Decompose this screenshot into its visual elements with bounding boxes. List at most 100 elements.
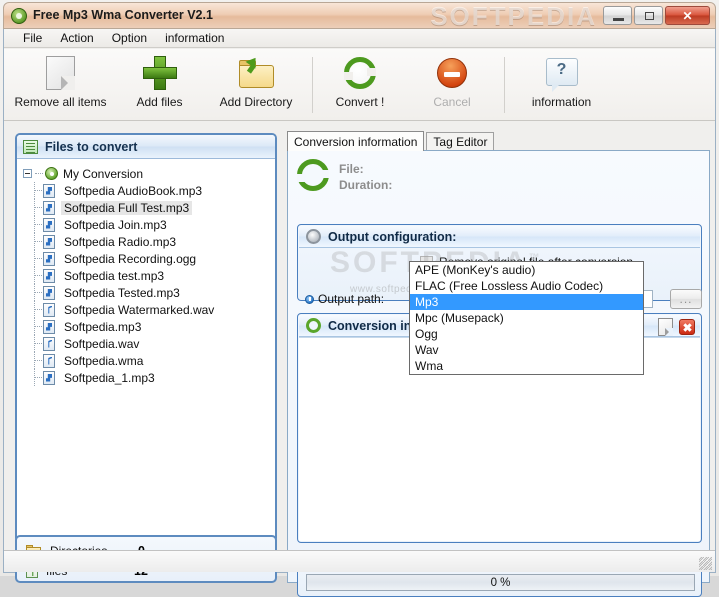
dropdown-option[interactable]: APE (MonKey's audio)	[410, 262, 643, 278]
menu-item-option[interactable]: Option	[103, 30, 156, 46]
toolbar-label: Add files	[136, 95, 183, 109]
output-format-dropdown-list[interactable]: APE (MonKey's audio) FLAC (Free Lossless …	[409, 261, 644, 375]
menu-item-file[interactable]: File	[14, 30, 51, 46]
output-path-label: Output path:	[318, 292, 385, 306]
gear-icon	[306, 229, 321, 244]
right-pane: Conversion information Tag Editor File: …	[287, 131, 710, 597]
file-label: File:	[339, 162, 364, 176]
tree-item[interactable]: Softpedia test.mp3	[23, 267, 275, 284]
files-panel-title: Files to convert	[45, 139, 138, 154]
tab-tag-editor[interactable]: Tag Editor	[426, 132, 495, 151]
dropdown-option[interactable]: FLAC (Free Lossless Audio Codec)	[410, 278, 643, 294]
softpedia-watermark: SOFTPEDIA	[430, 2, 597, 29]
mp3-file-icon	[43, 370, 55, 385]
menu-item-action[interactable]: Action	[51, 30, 102, 46]
wav-file-icon	[43, 336, 55, 351]
close-button[interactable]: ✕	[665, 6, 710, 25]
dropdown-option[interactable]: Mpc (Musepack)	[410, 310, 643, 326]
file-tree: My Conversion Softpedia AudioBook.mp3 Sof…	[17, 159, 275, 386]
question-bubble-icon: ?	[544, 53, 580, 92]
dropdown-option[interactable]: Mp3	[410, 294, 643, 310]
toolbar-cancel[interactable]: Cancel	[408, 53, 496, 117]
dropdown-option[interactable]: Wav	[410, 342, 643, 358]
tree-item[interactable]: Softpedia_1.mp3	[23, 369, 275, 386]
output-path-browse-button[interactable]: ...	[670, 289, 702, 309]
toolbar-label: information	[531, 95, 592, 109]
tree-item-label: Softpedia Full Test.mp3	[61, 200, 193, 215]
files-panel-header: Files to convert	[17, 135, 275, 159]
toolbar-label: Convert !	[335, 95, 385, 109]
tree-item-label: Softpedia Radio.mp3	[64, 234, 177, 249]
clear-red-x-icon[interactable]	[679, 319, 695, 335]
tree-item[interactable]: Softpedia.wav	[23, 335, 275, 352]
menu-item-information[interactable]: information	[156, 30, 233, 46]
mp3-file-icon	[43, 251, 55, 266]
tab-bar: Conversion information Tag Editor	[287, 131, 496, 151]
minimize-icon	[613, 18, 624, 21]
tree-item-label: Softpedia Recording.ogg	[64, 251, 197, 266]
application-window: Free Mp3 Wma Converter V2.1 SOFTPEDIA ✕ …	[0, 0, 719, 597]
toolbar-separator	[312, 57, 313, 113]
tree-item-container: Softpedia AudioBook.mp3 Softpedia Full Te…	[23, 182, 275, 386]
tree-item[interactable]: Softpedia Watermarked.wav	[23, 301, 275, 318]
client-area: File Action Option information Remove al…	[3, 29, 716, 597]
close-icon: ✕	[682, 9, 693, 23]
maximize-icon	[645, 12, 654, 20]
dropdown-option[interactable]: Ogg	[410, 326, 643, 342]
wav-file-icon	[43, 302, 55, 317]
toolbar-label: Remove all items	[14, 95, 107, 109]
tree-item[interactable]: Softpedia Radio.mp3	[23, 233, 275, 250]
resize-grip[interactable]	[699, 557, 712, 570]
tree-item[interactable]: Softpedia AudioBook.mp3	[23, 182, 275, 199]
app-icon	[11, 8, 27, 24]
tree-item[interactable]: Softpedia Full Test.mp3	[23, 199, 275, 216]
output-configuration-header: Output configuration:	[299, 226, 700, 248]
tree-item-label: Softpedia Join.mp3	[64, 217, 167, 232]
files-to-convert-panel: Files to convert My Conversion Softpedia…	[15, 133, 277, 543]
refresh-icon	[306, 318, 321, 333]
mp3-file-icon	[43, 319, 55, 334]
bullet-icon	[305, 294, 314, 304]
tree-root-label: My Conversion	[63, 166, 144, 181]
collapse-expander-icon[interactable]	[23, 169, 32, 178]
progress-text: 0 %	[490, 576, 511, 589]
tree-item-label: Softpedia Tested.mp3	[64, 285, 180, 300]
mp3-file-icon	[43, 234, 55, 249]
list-icon	[23, 139, 38, 154]
toolbar-label: Add Directory	[219, 95, 293, 109]
toolbar-add-directory[interactable]: Add Directory	[202, 53, 310, 117]
tree-item-label: Softpedia.wav	[64, 336, 140, 351]
tree-item-label: Softpedia test.mp3	[64, 268, 165, 283]
toolbar-add-files[interactable]: Add files	[117, 53, 202, 117]
tree-root-node[interactable]: My Conversion	[23, 165, 275, 182]
minimize-button[interactable]	[603, 6, 632, 25]
tree-item[interactable]: Softpedia Recording.ogg	[23, 250, 275, 267]
toolbar-remove-all-items[interactable]: Remove all items	[4, 53, 117, 117]
conversion-root-icon	[45, 167, 58, 180]
duration-label: Duration:	[339, 178, 393, 192]
tree-item-label: Softpedia AudioBook.mp3	[64, 183, 203, 198]
tree-item[interactable]: Softpedia Tested.mp3	[23, 284, 275, 301]
wav-file-icon	[43, 353, 55, 368]
toolbar-separator-2	[504, 57, 505, 113]
toolbar-information[interactable]: ? information	[509, 53, 614, 117]
window-controls: ✕	[603, 6, 710, 25]
save-log-icon[interactable]	[658, 318, 673, 336]
menu-bar: File Action Option information	[4, 29, 715, 48]
tree-item[interactable]: Softpedia Join.mp3	[23, 216, 275, 233]
mp3-file-icon	[43, 200, 55, 215]
mp3-file-icon	[43, 285, 55, 300]
tree-item-label: Softpedia.mp3	[64, 319, 142, 334]
conversion-status-header: File: Duration:	[297, 159, 392, 193]
tab-conversion-information[interactable]: Conversion information	[287, 131, 425, 151]
page-icon	[43, 53, 79, 91]
tree-item[interactable]: Softpedia.mp3	[23, 318, 275, 335]
toolbar-label: Cancel	[433, 95, 471, 109]
toolbar-convert[interactable]: Convert !	[316, 53, 404, 117]
tree-item[interactable]: Softpedia.wma	[23, 352, 275, 369]
mp3-file-icon	[43, 183, 55, 198]
dropdown-option[interactable]: Wma	[410, 358, 643, 374]
mp3-file-icon	[43, 268, 55, 283]
maximize-button[interactable]	[634, 6, 663, 25]
progress-bar: 0 %	[306, 574, 695, 591]
